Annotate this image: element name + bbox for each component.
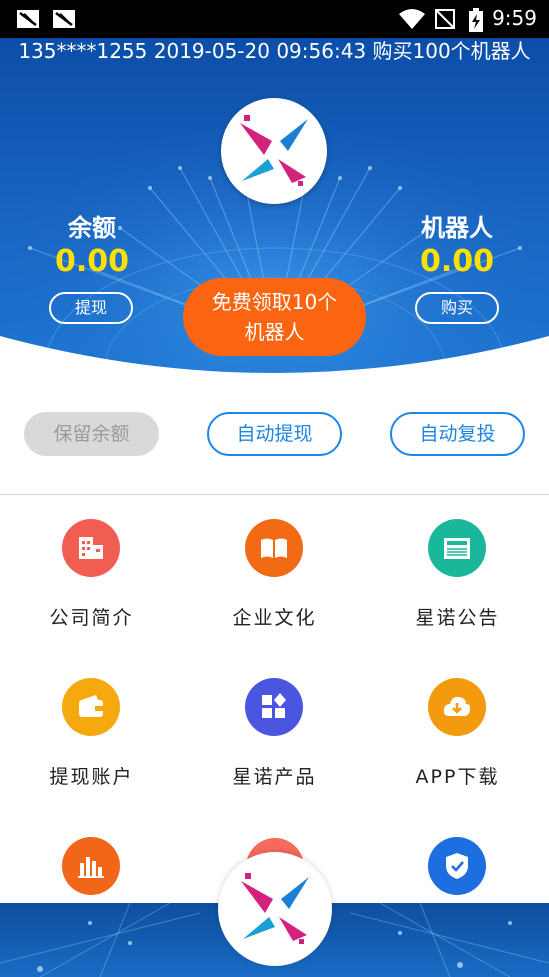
grid-item-app-download[interactable]: APP下载: [366, 678, 549, 828]
book-icon: [245, 519, 303, 577]
free-robots-button[interactable]: 免费领取10个 机器人: [183, 278, 366, 356]
building-icon: [62, 519, 120, 577]
grid-label: 星诺公告: [415, 607, 500, 629]
grid-label: APP下载: [415, 766, 500, 788]
notification-icon: [16, 9, 40, 29]
apps-icon: [245, 678, 303, 736]
buy-button[interactable]: 购买: [415, 292, 499, 324]
section-divider: [0, 494, 549, 495]
grid-item-corporate-culture[interactable]: 企业文化: [183, 519, 366, 669]
robots-value: 0.00: [419, 244, 495, 279]
bar-chart-icon: [62, 837, 120, 895]
balance-value: 0.00: [54, 244, 130, 279]
notification-icon: [52, 9, 76, 29]
app-logo: [221, 98, 327, 204]
robots-label: 机器人: [421, 214, 493, 242]
wifi-icon: [398, 8, 426, 34]
cloud-download-icon: [428, 678, 486, 736]
logo-icon: [240, 115, 308, 186]
grid-item-products[interactable]: 星诺产品: [183, 678, 366, 828]
free-robots-line2: 机器人: [244, 320, 305, 344]
status-time: 9:59: [492, 6, 537, 30]
shield-check-icon: [428, 837, 486, 895]
keep-balance-button[interactable]: 保留余额: [24, 412, 159, 456]
grid-item-withdraw-account[interactable]: 提现账户: [0, 678, 183, 828]
grid-item-announcements[interactable]: 星诺公告: [366, 519, 549, 669]
free-robots-line1: 免费领取10个: [211, 290, 338, 314]
grid-label: 提现账户: [49, 766, 134, 788]
grid-label: 公司简介: [49, 607, 134, 629]
balance-label: 余额: [68, 214, 116, 242]
wallet-icon: [62, 678, 120, 736]
grid-item-company-intro[interactable]: 公司简介: [0, 519, 183, 669]
home-logo-button[interactable]: [218, 852, 332, 966]
logo-icon: [241, 873, 309, 944]
auto-reinvest-button[interactable]: 自动复投: [390, 412, 525, 456]
grid-label: 星诺产品: [232, 766, 317, 788]
account-header: 135****1255 2019-05-20 09:56:43 购买100个机器…: [0, 38, 549, 380]
no-sim-icon: [434, 8, 456, 34]
withdraw-button[interactable]: 提现: [49, 292, 133, 324]
status-bar: 9:59: [0, 0, 549, 38]
auto-withdraw-button[interactable]: 自动提现: [207, 412, 342, 456]
grid-label: 企业文化: [232, 607, 317, 629]
purchase-ticker: 135****1255 2019-05-20 09:56:43 购买100个机器…: [18, 39, 531, 63]
news-icon: [428, 519, 486, 577]
battery-charging-icon: [468, 8, 484, 36]
